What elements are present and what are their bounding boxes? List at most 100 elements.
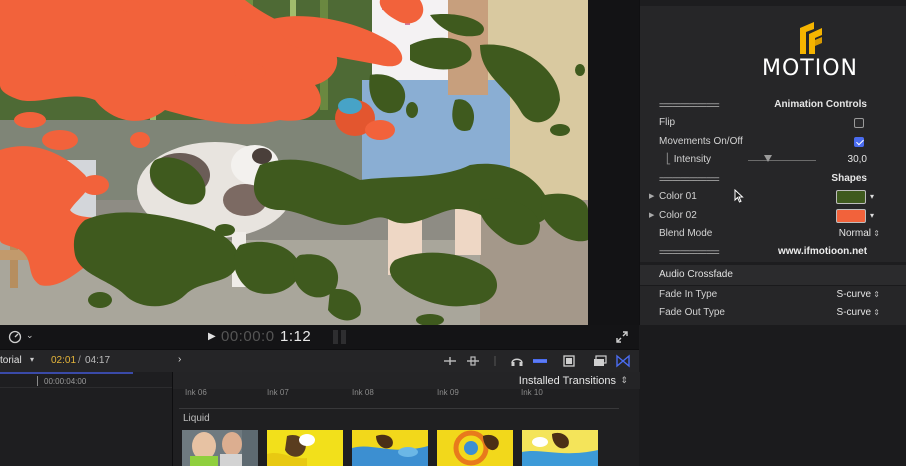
category-popup[interactable]: Installed Transitions: [519, 375, 616, 387]
video-viewer[interactable]: [0, 0, 588, 325]
play-button[interactable]: ▶: [208, 331, 216, 342]
website-row: ============== www.ifmotioon.net: [640, 243, 906, 261]
color-01-row: ▶ Color 01 ▾: [640, 188, 906, 206]
fade-out-popup[interactable]: S-curve: [837, 304, 871, 322]
chevron-right-icon[interactable]: ›: [178, 354, 181, 365]
ruler-tick: [37, 376, 38, 386]
playback-speed-icon[interactable]: [8, 330, 22, 344]
updown-arrows-icon: ⇕: [873, 290, 880, 299]
inspector-empty-area: [639, 349, 906, 466]
timecode-leading: 00:00:0: [221, 328, 275, 345]
chevron-down-icon[interactable]: ▾: [870, 207, 874, 225]
updown-arrows-icon[interactable]: ⇕: [620, 375, 628, 386]
disclosure-triangle-icon[interactable]: ▶: [649, 188, 654, 206]
transitions-browser: Installed Transitions ⇕ Ink 06 Ink 07 In…: [172, 372, 640, 466]
audio-crossfade-title: Audio Crossfade: [659, 269, 733, 280]
mouse-cursor-icon: [734, 189, 744, 203]
blend-mode-row: Blend Mode Normal ⇕: [640, 225, 906, 243]
app-window: MOTION ============== Animation Controls…: [0, 0, 906, 466]
updown-arrows-icon: ⇕: [873, 308, 880, 317]
intensity-slider-knob[interactable]: [764, 155, 773, 162]
chevron-down-icon[interactable]: ▾: [30, 355, 34, 364]
shapes-header: ============== Shapes: [640, 170, 906, 188]
effects-browser-icon[interactable]: [593, 354, 607, 368]
intensity-label: ⎣ Intensity: [666, 154, 712, 165]
section-title: Animation Controls: [774, 99, 867, 110]
section-title: Shapes: [831, 173, 867, 184]
logo-wordmark: MOTION: [762, 56, 858, 81]
film-strip-icon[interactable]: [562, 354, 576, 368]
clip-appearance-icon[interactable]: [532, 354, 548, 368]
color-02-row: ▶ Color 02 ▾: [640, 207, 906, 225]
thumbnail-label: Ink 09: [437, 388, 459, 397]
ifmotion-logo: MOTION: [750, 20, 870, 84]
thumbnail-label: Ink 07: [267, 388, 289, 397]
ruler-timecode: 00:00:04:00: [44, 377, 87, 386]
audio-crossfade-header[interactable]: Audio Crossfade: [640, 265, 906, 285]
fullscreen-icon[interactable]: [615, 330, 629, 344]
section-divider: ==============: [659, 247, 720, 257]
intensity-row: ⎣ Intensity 30,0: [640, 151, 906, 169]
transitions-browser-icon[interactable]: [616, 354, 630, 368]
fade-in-label: Fade In Type: [659, 289, 718, 300]
browser-header: Installed Transitions ⇕: [173, 372, 640, 389]
thumbnail-label: Ink 08: [352, 388, 374, 397]
ifmotion-logo-icon: [800, 22, 822, 54]
color-02-swatch[interactable]: [836, 209, 866, 223]
project-name[interactable]: torial: [0, 355, 22, 366]
updown-arrows-icon: ⇕: [873, 229, 880, 238]
color-02-label: Color 02: [659, 210, 697, 221]
zoom-out-icon[interactable]: [443, 354, 457, 368]
inspector-panel: MOTION ============== Animation Controls…: [639, 0, 906, 325]
transition-thumbnail[interactable]: [182, 430, 258, 466]
fade-out-label: Fade Out Type: [659, 307, 725, 318]
audio-meter-icon: [333, 330, 347, 344]
transition-thumbnail[interactable]: [352, 430, 428, 466]
timeline-area[interactable]: 00:00:04:00: [0, 372, 172, 466]
flip-row: Flip: [640, 114, 906, 132]
viewer-gutter: [588, 0, 639, 325]
color-01-label: Color 01: [659, 191, 697, 202]
timeline-toolbar: torial ▾ 02:01 / 04:17 ›: [0, 349, 639, 372]
disclosure-triangle-icon[interactable]: ▶: [649, 207, 654, 225]
transition-thumbnail[interactable]: [267, 430, 343, 466]
project-duration: 04:17: [85, 355, 111, 366]
intensity-slider-track[interactable]: [748, 160, 816, 161]
thumbnail-label: Ink 06: [185, 388, 207, 397]
color-01-swatch[interactable]: [836, 190, 866, 204]
headphones-icon[interactable]: [510, 354, 524, 368]
handle-icon: [494, 356, 496, 366]
thumbnail-label: Ink 10: [521, 388, 543, 397]
zoom-in-icon[interactable]: [466, 354, 480, 368]
inspector-footer: [639, 325, 906, 349]
section-divider: ==============: [659, 174, 720, 184]
transition-thumbnail[interactable]: [437, 430, 513, 466]
timecode-display[interactable]: 1:12: [280, 328, 311, 345]
movements-row: Movements On/Off: [640, 133, 906, 151]
flip-label: Flip: [659, 117, 676, 128]
movements-label: Movements On/Off: [659, 136, 743, 147]
transition-thumbnail[interactable]: [522, 430, 598, 466]
transport-bar: ⌄ ▶ 00:00:0 1:12: [0, 325, 639, 349]
movements-checkbox[interactable]: [854, 137, 864, 147]
blend-mode-label: Blend Mode: [659, 228, 713, 239]
playhead-position: 02:01: [51, 355, 77, 366]
animation-controls-header: ============== Animation Controls: [640, 96, 906, 114]
group-title: Liquid: [183, 413, 210, 424]
website-link[interactable]: www.ifmotioon.net: [778, 243, 867, 261]
timecode-separator: /: [78, 355, 81, 366]
intensity-value[interactable]: 30,0: [848, 151, 867, 169]
blend-mode-popup[interactable]: Normal: [839, 225, 871, 243]
render-progress-bar: [0, 372, 133, 374]
divider: [179, 408, 619, 409]
fade-out-row: Fade Out Type S-curve ⇕: [640, 304, 906, 322]
video-frame: [0, 0, 588, 325]
inspector-header: [640, 0, 906, 6]
chevron-down-icon[interactable]: ⌄: [26, 330, 34, 341]
chevron-down-icon[interactable]: ▾: [870, 188, 874, 206]
fade-in-row: Fade In Type S-curve ⇕: [640, 286, 906, 304]
flip-checkbox[interactable]: [854, 118, 864, 128]
fade-in-popup[interactable]: S-curve: [837, 286, 871, 304]
section-divider: ==============: [659, 100, 720, 110]
timeline-ruler[interactable]: 00:00:04:00: [0, 372, 172, 388]
